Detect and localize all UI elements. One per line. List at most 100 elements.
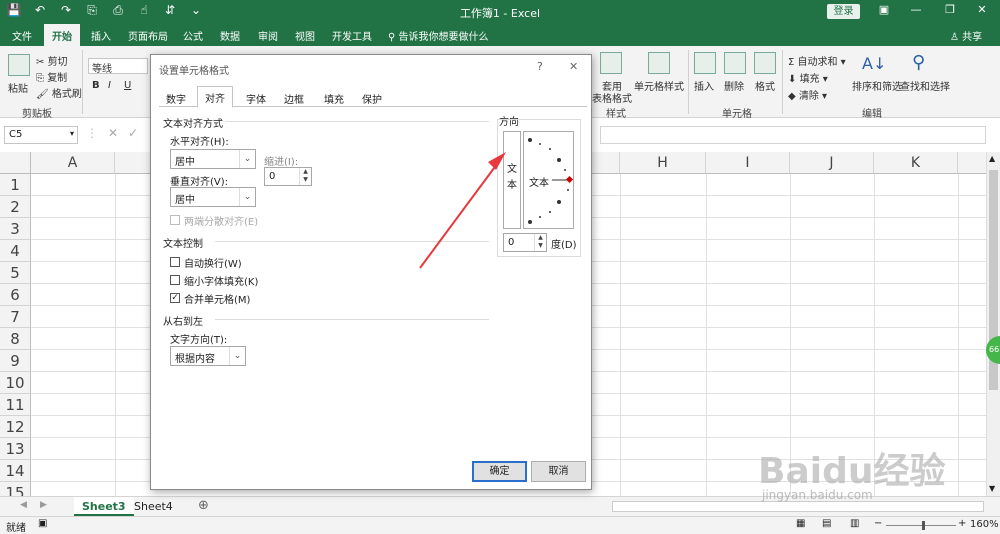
italic-button[interactable]: I bbox=[108, 80, 111, 91]
merge-cells-checkbox[interactable]: ✓ bbox=[170, 293, 180, 303]
autosum-button[interactable]: Σ 自动求和 ▾ bbox=[788, 53, 846, 68]
vertical-scrollbar[interactable]: ▲ ▼ bbox=[986, 152, 1000, 496]
sheet-tab[interactable]: Sheet4 bbox=[126, 497, 181, 516]
row-header[interactable]: 8 bbox=[0, 328, 31, 350]
tab-font[interactable]: 字体 bbox=[239, 88, 273, 107]
wrap-text-checkbox[interactable] bbox=[170, 257, 180, 267]
apply-table-format-label-2[interactable]: 表格格式 bbox=[592, 90, 632, 105]
text-direction-select[interactable]: 根据内容 ⌄ bbox=[170, 346, 246, 366]
magnifier-icon[interactable]: ⚲ bbox=[912, 52, 925, 73]
tab-insert[interactable]: 插入 bbox=[91, 28, 111, 43]
cut-button[interactable]: ✂ 剪切 bbox=[36, 53, 68, 68]
row-header[interactable]: 4 bbox=[0, 240, 31, 262]
tab-file[interactable]: 文件 bbox=[12, 28, 32, 43]
row-header[interactable]: 5 bbox=[0, 262, 31, 284]
macro-record-icon[interactable]: ▣ bbox=[38, 518, 47, 529]
zoom-out-icon[interactable]: − bbox=[874, 518, 882, 529]
horizontal-scrollbar[interactable] bbox=[612, 501, 984, 512]
sort-filter-button[interactable]: 排序和筛选 bbox=[852, 78, 902, 93]
zoom-slider[interactable] bbox=[886, 525, 956, 526]
zoom-level[interactable]: 160% bbox=[970, 519, 999, 530]
tab-alignment[interactable]: 对齐 bbox=[197, 86, 233, 108]
indent-spinner[interactable]: 0 ▲ ▼ bbox=[264, 167, 312, 186]
cell-styles-button[interactable]: 单元格样式 bbox=[634, 78, 684, 93]
vertical-align-select[interactable]: 居中 ⌄ bbox=[170, 187, 256, 207]
tab-data[interactable]: 数据 bbox=[220, 28, 240, 43]
tab-review[interactable]: 审阅 bbox=[258, 28, 278, 43]
share-button[interactable]: ♙ 共享 bbox=[950, 28, 982, 43]
scroll-sheets-left-icon[interactable]: ◀ bbox=[20, 500, 27, 510]
justify-distributed-checkbox[interactable] bbox=[170, 215, 180, 225]
column-header[interactable]: I bbox=[706, 152, 790, 174]
tab-formulas[interactable]: 公式 bbox=[183, 28, 203, 43]
tab-home[interactable]: 开始 bbox=[44, 24, 80, 46]
fill-button[interactable]: ⬇ 填充 ▾ bbox=[788, 70, 828, 85]
tab-number[interactable]: 数字 bbox=[159, 88, 193, 107]
row-header[interactable]: 15 bbox=[0, 482, 31, 496]
row-header[interactable]: 9 bbox=[0, 350, 31, 372]
tab-developer[interactable]: 开发工具 bbox=[332, 28, 372, 43]
zoom-in-icon[interactable]: + bbox=[958, 518, 966, 529]
tab-page-layout[interactable]: 页面布局 bbox=[128, 28, 168, 43]
close-icon[interactable]: ✕ bbox=[569, 60, 578, 73]
row-header[interactable]: 11 bbox=[0, 394, 31, 416]
cancel-entry-icon[interactable]: ✕ bbox=[108, 126, 118, 140]
tab-fill[interactable]: 填充 bbox=[317, 88, 351, 107]
row-header[interactable]: 7 bbox=[0, 306, 31, 328]
ok-button[interactable]: 确定 bbox=[472, 461, 527, 482]
zoom-slider-thumb[interactable] bbox=[922, 521, 925, 530]
scroll-sheets-right-icon[interactable]: ▶ bbox=[40, 500, 47, 510]
page-layout-view-icon[interactable]: ▤ bbox=[822, 518, 831, 529]
insert-cells-icon[interactable] bbox=[694, 52, 716, 74]
delete-cells-button[interactable]: 删除 bbox=[724, 78, 744, 93]
sort-az-icon[interactable]: A↓ bbox=[862, 54, 886, 73]
minimize-icon[interactable]: — bbox=[904, 3, 928, 16]
row-header[interactable]: 2 bbox=[0, 196, 31, 218]
format-painter-button[interactable]: 🖌 格式刷 bbox=[36, 85, 82, 100]
degrees-spinner[interactable]: 0 ▲ ▼ bbox=[503, 233, 547, 252]
confirm-entry-icon[interactable]: ✓ bbox=[128, 126, 138, 140]
bold-button[interactable]: B bbox=[92, 80, 100, 91]
row-header[interactable]: 10 bbox=[0, 372, 31, 394]
row-header[interactable]: 14 bbox=[0, 460, 31, 482]
scroll-up-icon[interactable]: ▲ bbox=[989, 154, 995, 163]
column-header[interactable]: J bbox=[790, 152, 874, 174]
paste-icon[interactable] bbox=[8, 54, 30, 76]
column-header[interactable] bbox=[958, 152, 986, 174]
column-header[interactable]: K bbox=[874, 152, 958, 174]
tell-me-search[interactable]: ⚲ 告诉我你想要做什么 bbox=[388, 28, 489, 43]
tab-protection[interactable]: 保护 bbox=[355, 88, 389, 107]
row-header[interactable]: 13 bbox=[0, 438, 31, 460]
delete-cells-icon[interactable] bbox=[724, 52, 746, 74]
restore-icon[interactable]: ❐ bbox=[938, 3, 962, 16]
paste-button[interactable]: 粘贴 bbox=[8, 80, 28, 95]
spinner-arrows-icon[interactable]: ▲ ▼ bbox=[534, 234, 546, 251]
find-select-button[interactable]: 查找和选择 bbox=[900, 78, 950, 93]
orientation-dial[interactable]: 文本 bbox=[523, 131, 574, 229]
cell-styles-icon[interactable] bbox=[648, 52, 670, 74]
row-header[interactable]: 1 bbox=[0, 174, 31, 196]
page-break-view-icon[interactable]: ▥ bbox=[850, 518, 859, 529]
name-box[interactable]: C5 ▾ bbox=[4, 126, 78, 144]
cancel-button[interactable]: 取消 bbox=[531, 461, 586, 482]
row-header[interactable]: 6 bbox=[0, 284, 31, 306]
tab-view[interactable]: 视图 bbox=[295, 28, 315, 43]
clear-button[interactable]: ◆ 清除 ▾ bbox=[788, 87, 827, 102]
select-all-corner[interactable] bbox=[0, 152, 31, 174]
tab-border[interactable]: 边框 bbox=[277, 88, 311, 107]
copy-button[interactable]: ⎘ 复制 bbox=[36, 69, 67, 84]
format-cells-icon[interactable] bbox=[754, 52, 776, 74]
spinner-arrows-icon[interactable]: ▲ ▼ bbox=[299, 168, 311, 185]
help-icon[interactable]: ? bbox=[537, 60, 543, 73]
ribbon-display-icon[interactable]: ▣ bbox=[872, 3, 896, 16]
shrink-to-fit-checkbox[interactable] bbox=[170, 275, 180, 285]
add-sheet-icon[interactable]: ⊕ bbox=[198, 498, 209, 513]
column-header[interactable]: A bbox=[31, 152, 115, 174]
underline-button[interactable]: U bbox=[124, 80, 131, 91]
sheet-tab[interactable]: Sheet3 bbox=[74, 497, 134, 516]
close-window-icon[interactable]: ✕ bbox=[970, 3, 994, 16]
row-header[interactable]: 3 bbox=[0, 218, 31, 240]
login-button[interactable]: 登录 bbox=[827, 4, 860, 19]
format-cells-button[interactable]: 格式 bbox=[755, 78, 775, 93]
normal-view-icon[interactable]: ▦ bbox=[796, 518, 805, 529]
